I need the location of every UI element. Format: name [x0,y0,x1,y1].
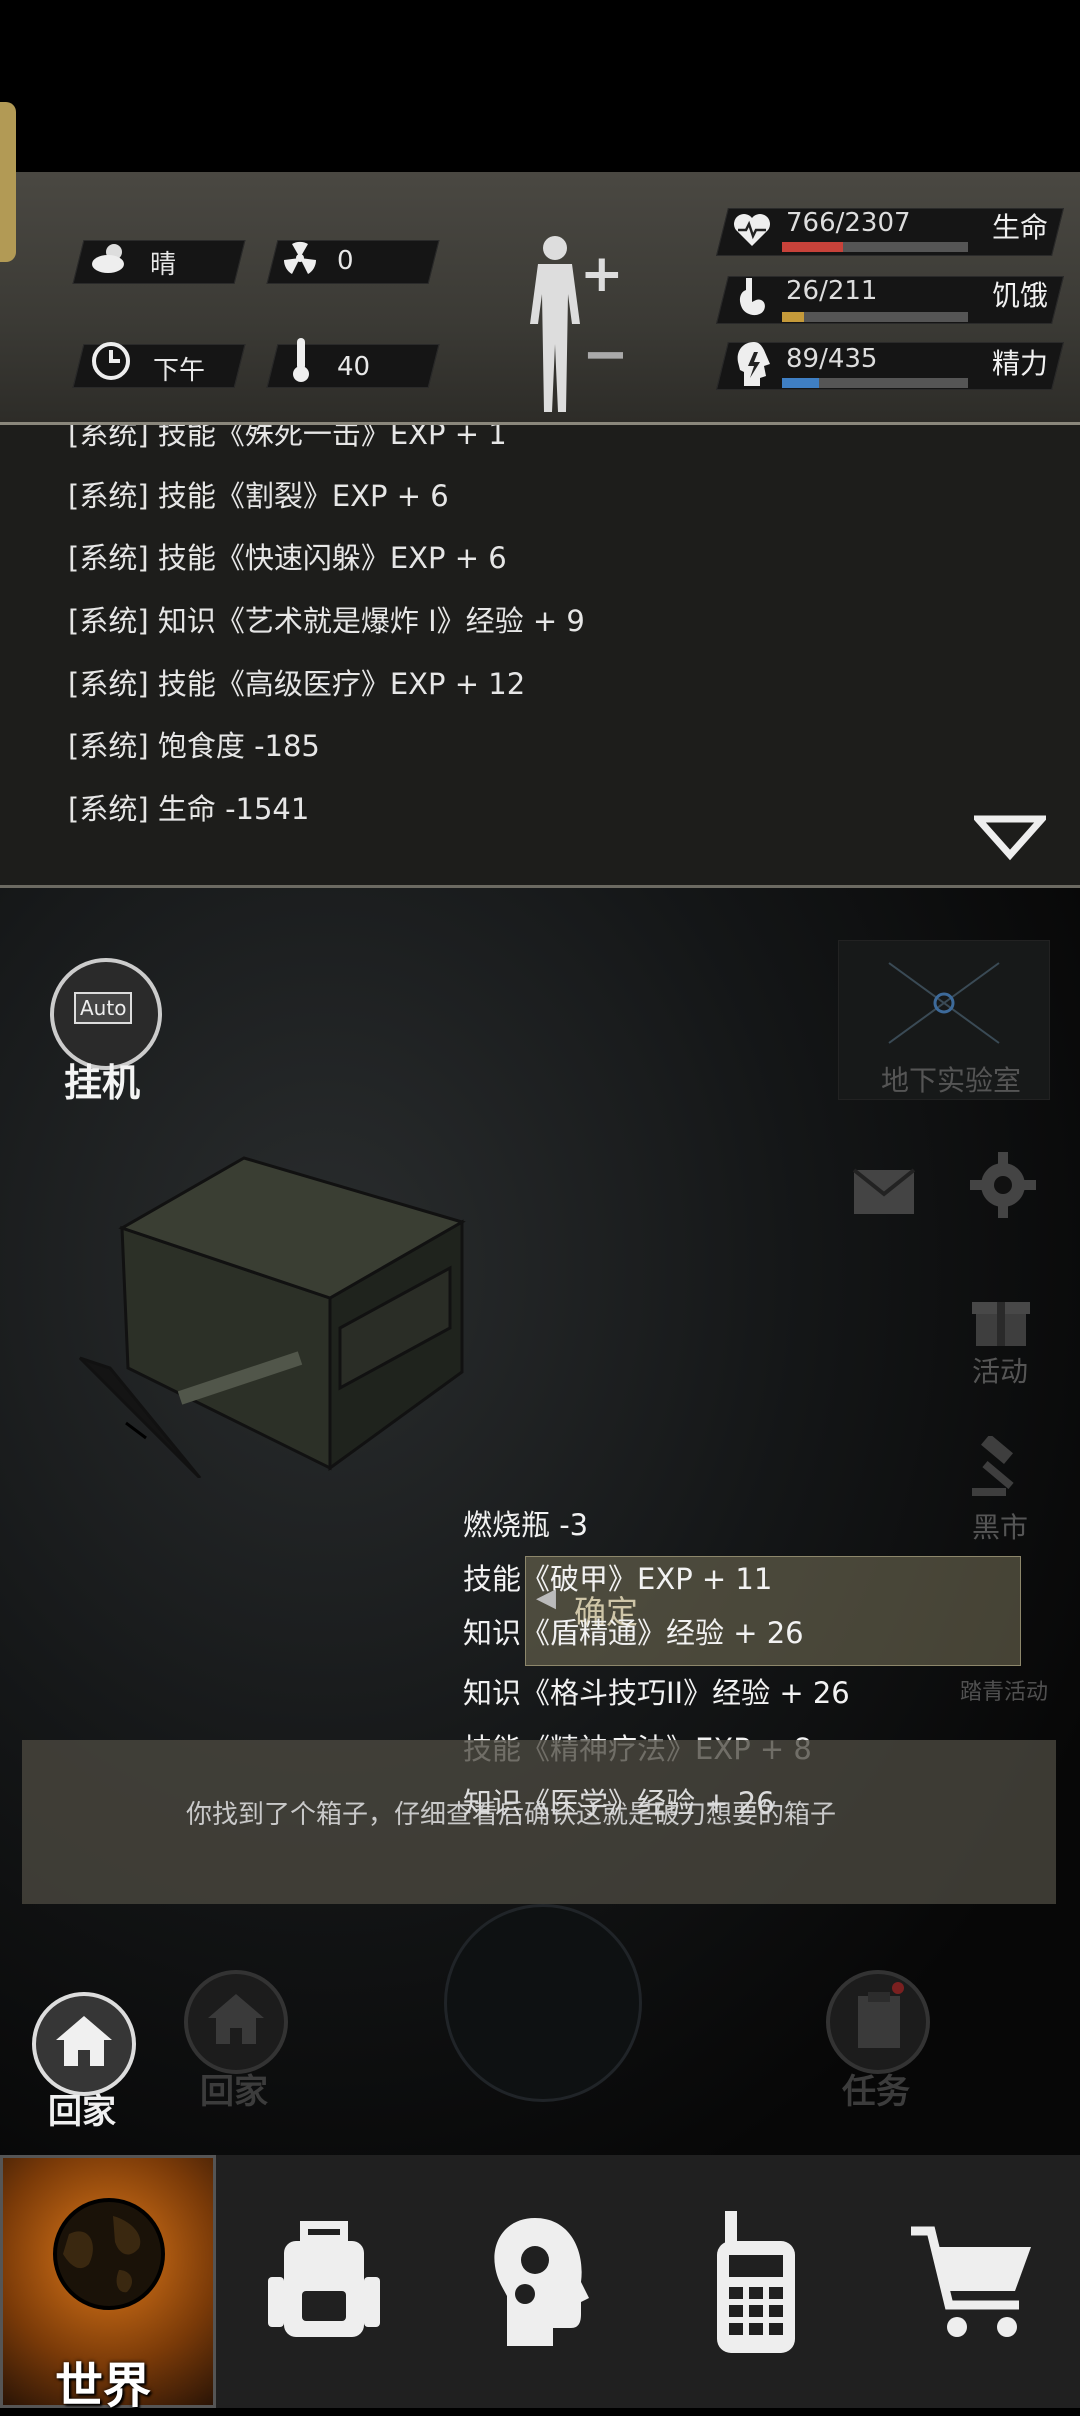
radiation-value: 0 [337,246,354,276]
log-line: [系统] 生命 -1541 [68,792,310,826]
hunger-bar [782,312,968,322]
increase-icon[interactable]: + [580,244,624,304]
result-line: 知识《格斗技巧II》经验 + 26 [463,1676,850,1710]
shopping-cart-icon [911,2226,1031,2337]
settings-gear-icon[interactable] [968,1150,1038,1220]
nav-radio[interactable] [648,2155,864,2408]
cloud-sun-icon [92,244,124,273]
nav-backpack[interactable] [216,2155,432,2408]
task-button[interactable] [826,1970,930,2074]
gavel-icon[interactable] [968,1436,1030,1498]
log-line: [系统] 技能《殊死一击》EXP + 1 [68,425,507,451]
mail-icon[interactable] [852,1168,916,1216]
expand-log-icon[interactable] [974,815,1046,865]
temperature-value: 40 [337,352,371,382]
radio-phone-icon [717,2210,795,2353]
result-line: 知识《医学》经验 + 26 [463,1786,775,1820]
log-line: [系统] 饱食度 -185 [68,729,320,763]
scene-view: Auto 挂机 地下实验室 活动 黑市 踏青活动 ◀ 确定 燃烧瓶 -3 技能《… [0,888,1080,2158]
health-label: 生命 [992,211,1049,244]
home-icon [56,2016,112,2066]
ammo-box-image [78,1156,466,1478]
energy-bar [782,378,968,388]
log-line: [系统] 知识《艺术就是爆炸 I》经验 + 9 [68,604,585,638]
gift-icon[interactable] [970,1288,1032,1350]
spring-event-label[interactable]: 踏青活动 [960,1674,1048,1706]
event-label[interactable]: 活动 [972,1350,1028,1390]
nav-skills[interactable] [432,2155,648,2408]
task-notification-dot [892,1982,904,1994]
energy-value: 89/435 [786,344,878,374]
map-node-icon [888,962,1000,1044]
auto-badge: Auto [74,992,133,1024]
weather-value: 晴 [150,250,177,280]
nav-world-label: 世界 [55,2358,152,2414]
result-line: 知识《盾精通》经验 + 26 [463,1616,804,1650]
health-bar-fill [782,242,844,252]
heart-icon [734,214,770,246]
status-panel-edge [0,102,16,262]
status-panel: 晴 0 下午 40 + − 766/2307 生命 26/211 饥饿 89/4… [0,102,1080,425]
brain-bolt-icon [737,342,770,386]
thermometer-icon [293,338,309,382]
result-line: 燃烧瓶 -3 [463,1508,589,1542]
hunger-bar-fill [782,312,805,322]
clock-icon [92,342,130,380]
location-label: 地下实验室 [881,1064,1022,1097]
health-bar [782,242,968,252]
center-compass[interactable] [444,1904,642,2102]
stomach-icon [739,278,765,316]
log-line: [系统] 技能《高级医疗》EXP + 12 [68,667,526,701]
hunger-label: 饥饿 [992,279,1049,312]
bottom-nav: 世界 [0,2155,1080,2414]
energy-bar-fill [782,378,820,388]
radiation-icon [283,241,317,274]
energy-label: 精力 [992,347,1049,380]
black-market-label[interactable]: 黑市 [972,1506,1028,1546]
task-clipboard-icon [858,1992,900,2048]
home-label: 回家 [48,2092,116,2132]
nav-shop[interactable] [864,2155,1080,2408]
time-value: 下午 [153,356,206,386]
hunger-value: 26/211 [786,276,878,306]
globe-icon [53,2198,165,2310]
home-button[interactable] [32,1992,136,2096]
head-gears-icon [494,2217,589,2346]
backpack-icon [268,2220,380,2337]
result-line: 技能《破甲》EXP + 11 [463,1562,773,1596]
health-value: 766/2307 [786,208,911,238]
task-label: 任务 [842,2072,910,2112]
home-button-dim[interactable] [184,1970,288,2074]
decrease-icon[interactable]: − [582,322,629,387]
message-box[interactable]: 你找到了个箱子，仔细查看后确认这就是破刀想要的箱子 [22,1740,1056,1904]
home-label-dim: 回家 [200,2072,268,2112]
nav-world[interactable]: 世界 [0,2155,216,2414]
log-line: [系统] 技能《快速闪躲》EXP + 6 [68,541,507,575]
home-dim-icon [208,1994,264,2044]
location-map-button[interactable]: 地下实验室 [838,940,1050,1100]
message-log[interactable]: [系统] 技能《殊死一击》EXP + 1 [系统] 技能《割裂》EXP + 6 … [0,425,1080,888]
log-line: [系统] 技能《割裂》EXP + 6 [68,479,449,513]
idle-label: 挂机 [64,1061,141,1105]
